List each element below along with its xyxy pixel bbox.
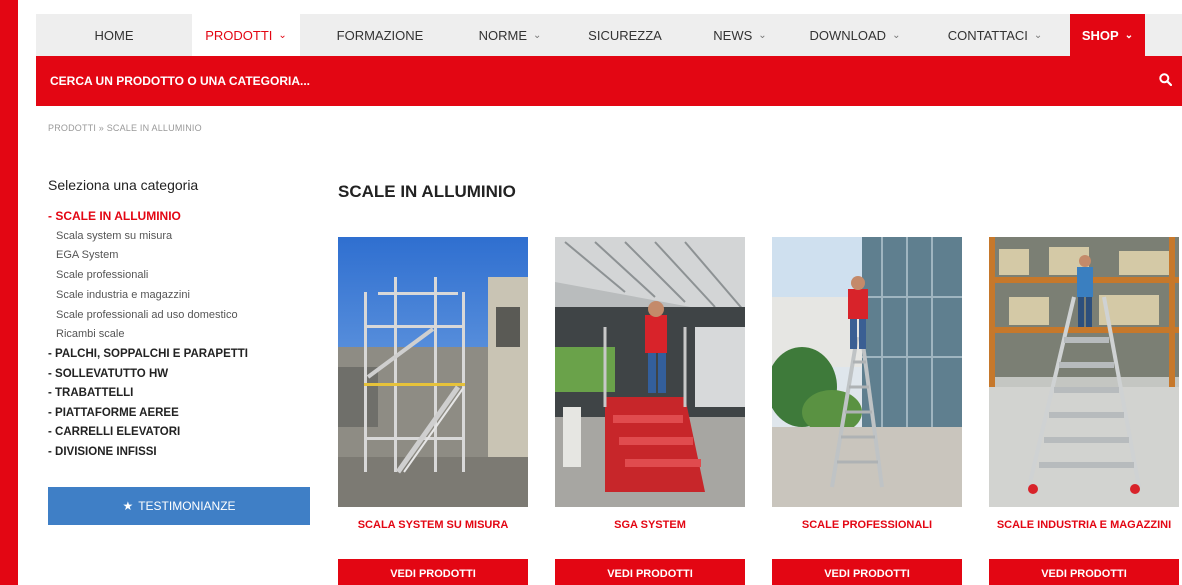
nav-label: NORME: [478, 27, 527, 43]
product-card: SCALE PROFESSIONALI VEDI PRODOTTI: [772, 237, 962, 585]
chevron-down-icon: ⌄: [1124, 29, 1134, 41]
subcategory-item[interactable]: Scale professionali ad uso domestico: [48, 306, 310, 326]
product-image[interactable]: [338, 237, 528, 507]
category-item[interactable]: - TRABATTELLI: [48, 384, 310, 404]
star-icon: ★: [122, 499, 134, 513]
page-title: SCALE IN ALLUMINIO: [338, 182, 516, 201]
category-sidebar: Seleziona una categoria - SCALE IN ALLUM…: [48, 177, 310, 462]
product-name[interactable]: SCALE PROFESSIONALI: [772, 517, 962, 553]
product-name[interactable]: SCALA SYSTEM SU MISURA: [338, 517, 528, 553]
subcategory-item[interactable]: Ricambi scale: [48, 325, 310, 345]
chevron-down-icon: ⌄: [758, 29, 767, 41]
nav-label: CONTATTACI: [947, 27, 1028, 43]
product-name[interactable]: SGA SYSTEM: [555, 517, 745, 553]
nav-item-download[interactable]: DOWNLOAD ⌄: [790, 14, 920, 56]
chevron-down-icon: ⌄: [533, 29, 542, 41]
product-image[interactable]: [989, 237, 1179, 507]
product-card: SCALE INDUSTRIA E MAGAZZINI VEDI PRODOTT…: [989, 237, 1179, 585]
breadcrumb[interactable]: PRODOTTI » SCALE IN ALLUMINIO: [48, 123, 202, 133]
chevron-down-icon: ⌄: [1033, 29, 1043, 41]
nav-item-formazione[interactable]: FORMAZIONE: [300, 14, 460, 56]
category-item[interactable]: - PALCHI, SOPPALCHI E PARAPETTI: [48, 345, 310, 365]
category-item[interactable]: - DIVISIONE INFISSI: [48, 443, 310, 463]
nav-item-sicurezza[interactable]: SICUREZZA: [560, 14, 690, 56]
nav-item-news[interactable]: NEWS ⌄: [690, 14, 790, 56]
vedi-prodotti-button[interactable]: VEDI PRODOTTI: [772, 559, 962, 585]
search-icon[interactable]: [1159, 73, 1173, 89]
product-name[interactable]: SCALE INDUSTRIA E MAGAZZINI: [989, 517, 1179, 553]
nav-label: SHOP: [1081, 27, 1119, 43]
vedi-prodotti-button[interactable]: VEDI PRODOTTI: [555, 559, 745, 585]
main-navigation: HOME PRODOTTI ⌄ FORMAZIONE NORME ⌄ SICUREZ…: [36, 14, 1182, 56]
category-item[interactable]: - CARRELLI ELEVATORI: [48, 423, 310, 443]
product-image[interactable]: [772, 237, 962, 507]
vedi-prodotti-button[interactable]: VEDI PRODOTTI: [989, 559, 1179, 585]
category-item[interactable]: - PIATTAFORME AEREE: [48, 404, 310, 424]
subcategory-item[interactable]: Scale professionali: [48, 266, 310, 286]
nav-item-home[interactable]: HOME: [36, 14, 192, 56]
vedi-prodotti-button[interactable]: VEDI PRODOTTI: [338, 559, 528, 585]
nav-label: HOME: [94, 27, 134, 43]
search-input[interactable]: [50, 74, 950, 88]
search-bar: [36, 56, 1182, 106]
nav-label: SICUREZZA: [588, 27, 662, 43]
nav-label: NEWS: [713, 27, 753, 43]
product-card: SGA SYSTEM VEDI PRODOTTI: [555, 237, 745, 585]
product-card: SCALA SYSTEM SU MISURA VEDI PRODOTTI: [338, 237, 528, 585]
subcategory-item[interactable]: EGA System: [48, 246, 310, 266]
category-scale-in-alluminio[interactable]: - SCALE IN ALLUMINIO: [48, 207, 310, 227]
nav-item-norme[interactable]: NORME ⌄: [460, 14, 560, 56]
category-item[interactable]: - SOLLEVATUTTO HW: [48, 365, 310, 385]
sidebar-title: Seleziona una categoria: [48, 177, 199, 193]
testimonianze-button[interactable]: ★ TESTIMONIANZE: [48, 487, 310, 525]
subcategory-item[interactable]: Scala system su misura: [48, 227, 310, 247]
nav-item-shop[interactable]: SHOP ⌄: [1070, 14, 1145, 56]
left-accent-bar: [0, 0, 18, 585]
nav-label: PRODOTTI: [205, 27, 273, 43]
testimonianze-label: TESTIMONIANZE: [138, 499, 236, 513]
chevron-down-icon: ⌄: [278, 29, 287, 41]
chevron-down-icon: ⌄: [892, 29, 901, 41]
nav-label: FORMAZIONE: [336, 27, 424, 43]
subcategory-item[interactable]: Scale industria e magazzini: [48, 286, 310, 306]
nav-item-prodotti[interactable]: PRODOTTI ⌄: [192, 14, 300, 56]
nav-item-contattaci[interactable]: CONTATTACI ⌄: [920, 14, 1070, 56]
nav-label: DOWNLOAD: [809, 27, 887, 43]
product-image[interactable]: [555, 237, 745, 507]
